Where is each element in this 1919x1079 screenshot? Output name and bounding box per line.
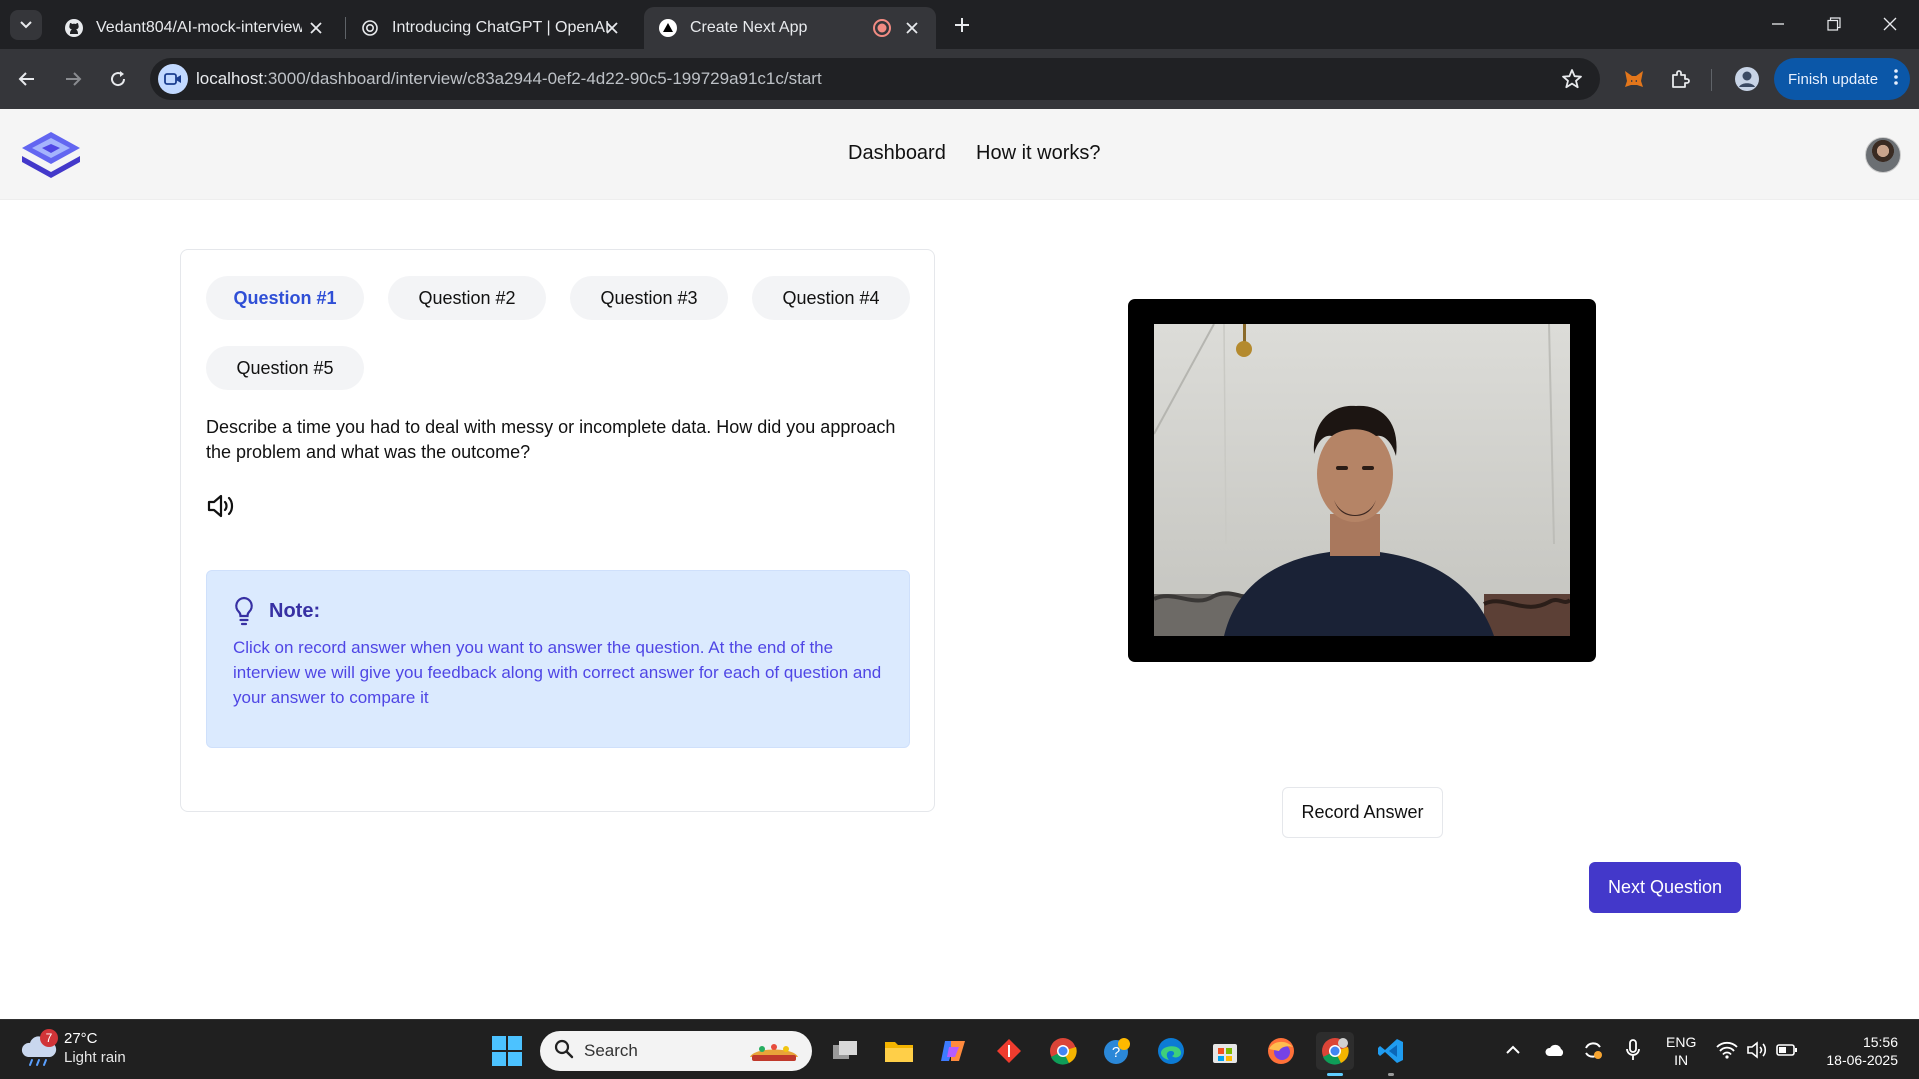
question-text: Describe a time you had to deal with mes… [206,417,896,462]
system-clock[interactable]: 15:56 18-06-2025 [1814,1033,1898,1069]
task-view-icon[interactable] [826,1032,864,1070]
tab-question-3[interactable]: Question #3 [570,276,728,320]
nav-how-it-works[interactable]: How it works? [976,142,1100,165]
search-icon [554,1039,574,1064]
extensions-puzzle-icon[interactable] [1666,65,1694,93]
windows-start-icon[interactable] [492,1036,522,1066]
svg-text:?: ? [1112,1044,1120,1061]
minimize-icon[interactable] [1766,12,1790,36]
url-path: :3000/dashboard/interview/c83a2944-0ef2-… [263,69,822,88]
tab-search-button[interactable] [10,10,42,40]
battery-icon[interactable] [1776,1039,1798,1061]
tab-title: Introducing ChatGPT | OpenAI [392,19,610,36]
browser-tab-openai[interactable]: Introducing ChatGPT | OpenAI [346,7,636,49]
url-text[interactable]: localhost:3000/dashboard/interview/c83a2… [196,69,822,89]
taskbar-search-input[interactable]: Search [540,1031,812,1071]
help-icon[interactable]: ? [1098,1032,1136,1070]
language-indicator[interactable]: ENG IN [1666,1033,1696,1069]
tab-question-4[interactable]: Question #4 [752,276,910,320]
microphone-icon[interactable] [1622,1039,1644,1061]
finish-update-button[interactable]: Finish update [1774,58,1910,100]
site-info-icon[interactable] [158,64,188,94]
back-icon[interactable] [13,65,41,93]
new-tab-icon[interactable] [950,13,974,37]
search-placeholder: Search [584,1041,638,1060]
copilot-icon[interactable] [934,1032,972,1070]
windows-taskbar: 7 27°C Light rain Search ? ENG IN 15:56 … [0,1019,1919,1079]
finish-update-label: Finish update [1788,70,1879,88]
metamask-extension-icon[interactable] [1620,65,1648,93]
search-highlight-icon [746,1037,802,1065]
tab-question-5[interactable]: Question #5 [206,346,364,390]
language-code: ENG [1666,1034,1697,1050]
clock-time: 15:56 [1862,1034,1898,1050]
edge-icon[interactable] [1152,1032,1190,1070]
weather-condition: Light rain [64,1049,126,1066]
restore-icon[interactable] [1822,12,1846,36]
browser-tab-bar: Vedant804/AI-mock-interview-w Introducin… [0,0,1919,49]
close-tab-icon[interactable] [602,18,622,38]
forward-icon[interactable] [59,65,87,93]
tab-title: Create Next App [690,19,808,36]
nav-dashboard[interactable]: Dashboard [848,142,946,165]
openai-icon [360,18,380,38]
region-code: IN [1674,1052,1689,1068]
record-answer-button[interactable]: Record Answer [1282,787,1443,838]
speaker-icon[interactable] [206,492,238,520]
note-text: Click on record answer when you want to … [233,638,882,707]
weather-temperature: 27°C [64,1030,98,1047]
address-bar[interactable]: localhost:3000/dashboard/interview/c83a2… [150,58,1600,100]
user-avatar[interactable] [1865,137,1901,173]
toolbar-divider [1711,69,1712,91]
close-tab-icon[interactable] [306,18,326,38]
nextjs-icon [658,18,678,38]
vscode-icon[interactable] [1372,1032,1410,1076]
chrome-active-icon[interactable] [1316,1032,1354,1076]
github-icon [64,18,84,38]
chrome-icon[interactable] [1044,1032,1082,1070]
tab-title: Vedant804/AI-mock-interview-w [96,19,302,36]
app-header: Dashboard How it works? [0,109,1919,200]
rain-cloud-icon: 7 [20,1028,60,1067]
weather-widget[interactable]: 7 27°C Light rain [20,1028,126,1067]
close-tab-icon[interactable] [902,18,922,38]
browser-tab-github[interactable]: Vedant804/AI-mock-interview-w [50,7,340,49]
recording-indicator-icon [872,18,892,43]
chevron-up-icon[interactable] [1502,1039,1524,1061]
open-app-indicator [1388,1073,1394,1076]
url-host: localhost [196,69,264,88]
close-window-icon[interactable] [1878,12,1902,36]
tab-question-2[interactable]: Question #2 [388,276,546,320]
clock-date: 18-06-2025 [1826,1052,1898,1068]
note-box: Note: Click on record answer when you wa… [206,570,910,748]
bookmark-star-icon[interactable] [1560,67,1584,91]
tab-question-1[interactable]: Question #1 [206,276,364,320]
microsoft-store-icon[interactable] [1206,1032,1244,1070]
sync-icon[interactable] [1582,1039,1604,1061]
chevron-down-icon [20,21,32,29]
file-explorer-icon[interactable] [880,1032,918,1070]
lightbulb-icon [233,596,255,626]
reload-icon[interactable] [104,65,132,93]
note-title: Note: [269,599,321,622]
browser-toolbar: localhost:3000/dashboard/interview/c83a2… [0,49,1919,109]
wifi-icon[interactable] [1716,1039,1738,1061]
firefox-icon[interactable] [1262,1032,1300,1070]
question-panel: Question #1 Question #2 Question #3 Ques… [180,249,935,812]
app-logo-icon[interactable] [18,128,84,182]
note-heading: Note: [233,596,320,626]
next-question-button[interactable]: Next Question [1589,862,1741,913]
weather-alert-badge: 7 [40,1028,58,1047]
webcam-frame [1128,299,1596,662]
more-menu-icon[interactable] [1894,68,1898,90]
git-app-icon[interactable] [990,1032,1028,1070]
volume-icon[interactable] [1746,1039,1768,1061]
webcam-video [1154,324,1570,636]
active-app-indicator [1327,1073,1343,1076]
onedrive-cloud-icon[interactable] [1544,1039,1566,1061]
profile-avatar-icon[interactable] [1733,65,1761,93]
browser-tab-create-next-app[interactable]: Create Next App [644,7,936,49]
